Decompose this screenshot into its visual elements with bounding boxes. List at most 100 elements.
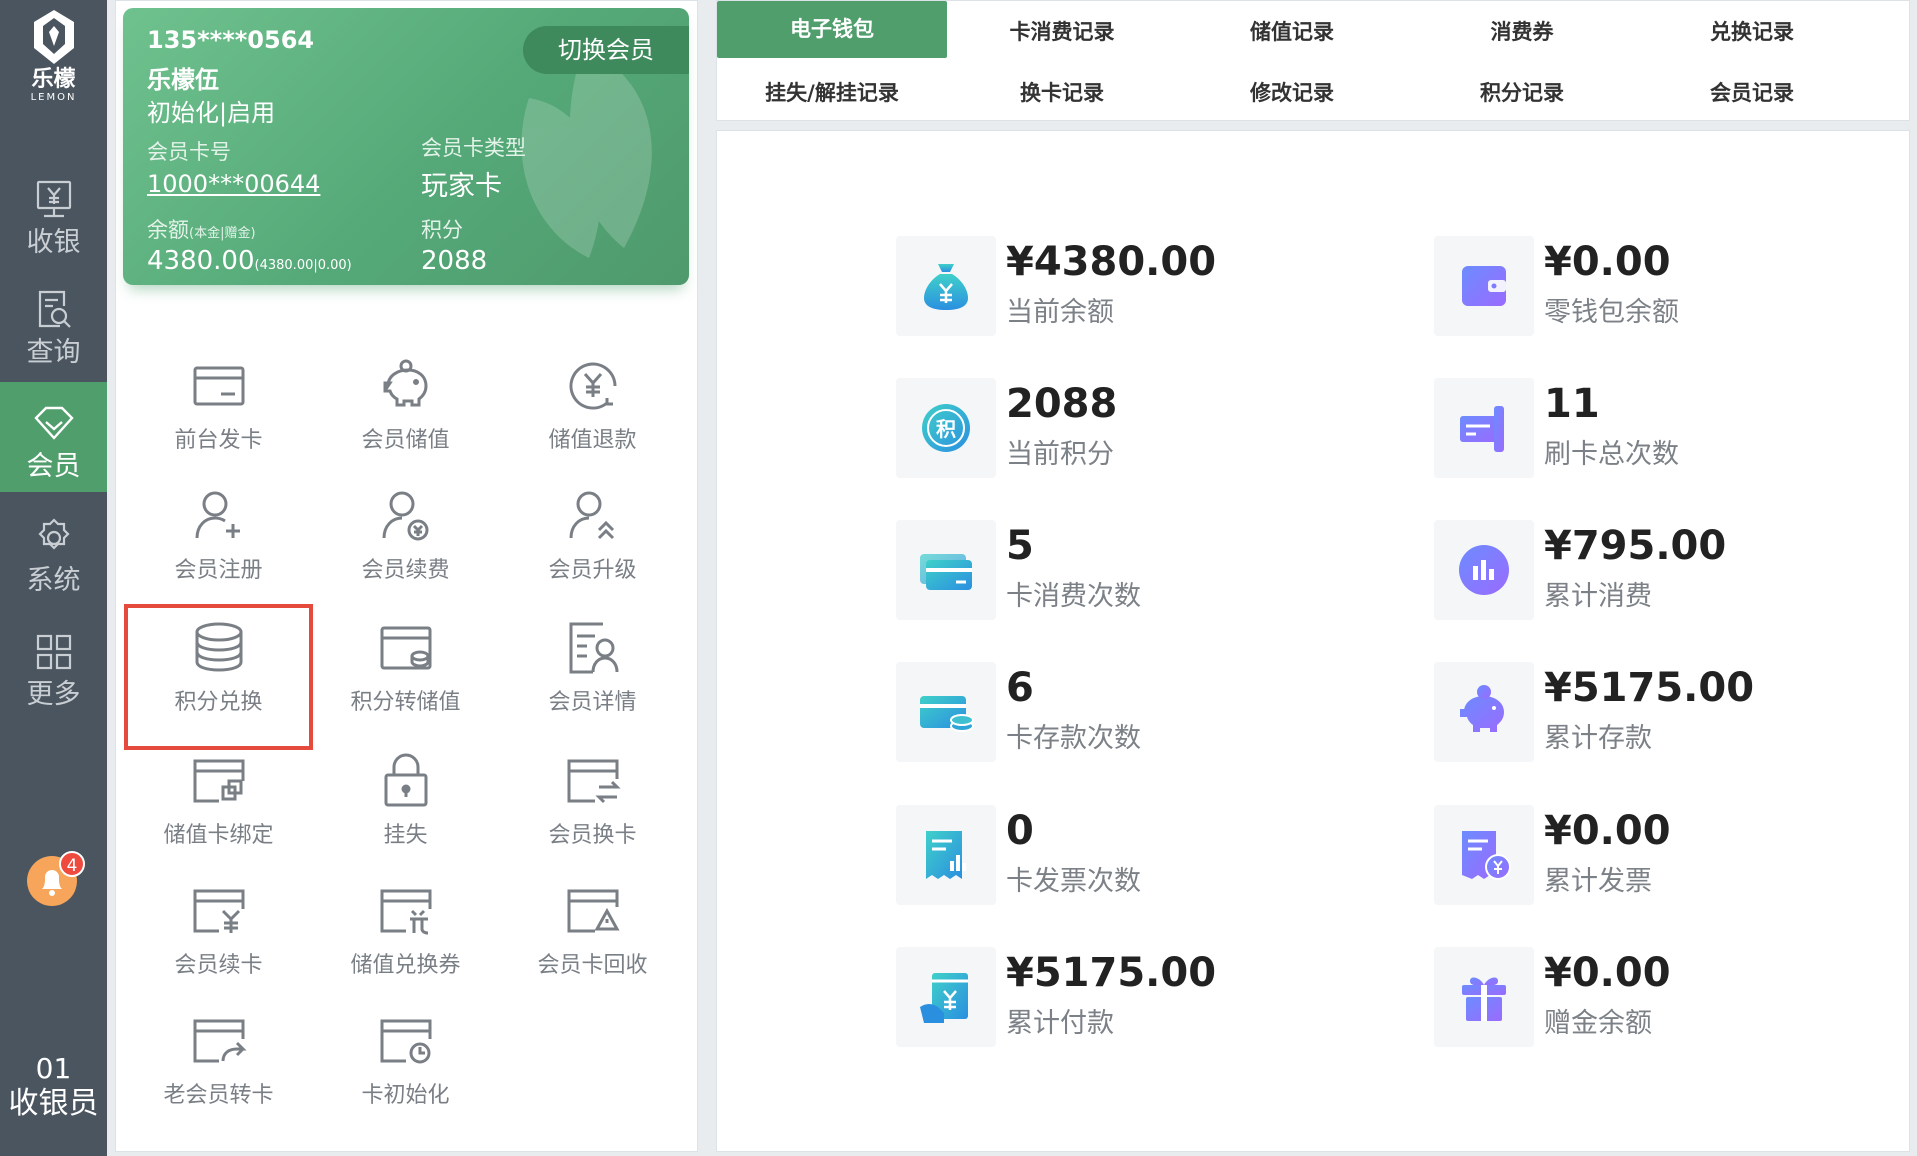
member-phone: 135****0564 — [147, 26, 315, 54]
tab-points-records[interactable]: 积分记录 — [1407, 65, 1637, 122]
swipe-card-icon — [1460, 406, 1504, 452]
card-renew-icon — [193, 889, 244, 933]
lock-icon — [384, 753, 427, 807]
old-member-transfer-button[interactable]: 老会员转卡 — [126, 1011, 311, 1141]
card-reset-icon — [380, 1019, 431, 1064]
notification-badge: 4 — [59, 851, 85, 877]
member-renew-button[interactable]: 会员续费 — [313, 486, 498, 616]
nav-item-cashier[interactable]: 收银 — [0, 158, 107, 268]
report-loss-button[interactable]: 挂失 — [313, 751, 498, 881]
nav-item-query[interactable]: 查询 — [0, 268, 107, 378]
tab-member-records[interactable]: 会员记录 — [1637, 65, 1867, 122]
coupon-exchange-icon — [380, 889, 431, 935]
card-initialize-button[interactable]: 卡初始化 — [313, 1011, 498, 1141]
func-label: 挂失 — [383, 823, 428, 848]
wallet-transfer-icon — [380, 626, 431, 670]
func-label: 储值卡绑定 — [163, 823, 274, 848]
tab-loss-records[interactable]: 挂失/解挂记录 — [717, 65, 947, 122]
stat-label: 累计发票 — [1544, 866, 1652, 897]
main-navigation: 乐檬 LEMON 收银 查询 会员 系统 更多 4 01 收银员 — [0, 0, 107, 1156]
stat-label: 卡发票次数 — [1006, 866, 1141, 897]
stat-label: 当前余额 — [1006, 297, 1114, 328]
card-swap-icon — [567, 759, 621, 804]
points-icon: 积 — [922, 404, 970, 452]
card-recycle-button[interactable]: 会员卡回收 — [500, 881, 685, 1011]
func-label: 老会员转卡 — [163, 1083, 274, 1108]
balance-label: 余额(本金|赠金) — [147, 214, 256, 244]
nav-label-cashier: 收银 — [26, 227, 81, 258]
stat-label: 零钱包余额 — [1544, 297, 1679, 328]
notification-button[interactable]: 4 — [26, 851, 85, 907]
piggy-bank-icon — [383, 359, 428, 407]
nav-label-query: 查询 — [26, 337, 81, 368]
tab-coupons[interactable]: 消费券 — [1407, 4, 1637, 61]
stat-icon-box — [896, 947, 996, 1047]
member-card: 135****0564 乐檬伍 初始化|启用 切换会员 会员卡号 会员卡类型 1… — [123, 8, 689, 285]
func-label: 会员储值 — [361, 428, 450, 453]
stat-label: 累计消费 — [1544, 581, 1652, 612]
tab-redeem-records[interactable]: 兑换记录 — [1637, 4, 1867, 61]
diamond-icon — [33, 406, 74, 440]
card-bind-icon — [193, 759, 244, 803]
payment-icon — [920, 973, 968, 1023]
user-info[interactable]: 01 收银员 — [0, 1052, 107, 1122]
stat-label: 卡存款次数 — [1006, 723, 1141, 754]
tab-modify-records[interactable]: 修改记录 — [1177, 65, 1407, 122]
member-recharge-button[interactable]: 会员储值 — [313, 356, 498, 486]
stat-icon-box — [1434, 236, 1534, 336]
card-swap-button[interactable]: 会员换卡 — [500, 751, 685, 881]
recharge-refund-button[interactable]: 储值退款 — [500, 356, 685, 486]
switch-member-button[interactable]: 切换会员 — [523, 26, 689, 74]
coupon-exchange-button[interactable]: 储值兑换券 — [313, 881, 498, 1011]
member-name: 乐檬伍 — [147, 66, 219, 94]
tab-card-swap-records[interactable]: 换卡记录 — [947, 65, 1177, 122]
brand-name: 乐檬 — [31, 67, 76, 92]
user-renew-icon — [382, 491, 428, 541]
stat-change-wallet-balance: ¥0.00 零钱包余额 — [1434, 236, 1917, 340]
stat-value: ¥0.00 — [1544, 950, 1671, 996]
tab-recharge-records[interactable]: 储值记录 — [1177, 4, 1407, 61]
stat-label: 刷卡总次数 — [1544, 439, 1679, 470]
member-upgrade-button[interactable]: 会员升级 — [500, 486, 685, 616]
balance-detail: (4380.00|0.00) — [254, 258, 352, 273]
issue-card-button[interactable]: 前台发卡 — [126, 356, 311, 486]
stat-icon-box — [896, 236, 996, 336]
points-redeem-button[interactable]: 积分兑换 — [124, 604, 313, 750]
func-label: 会员升级 — [548, 558, 637, 583]
func-label: 会员卡回收 — [537, 953, 648, 978]
stat-value: ¥0.00 — [1544, 239, 1671, 285]
card-bind-button[interactable]: 储值卡绑定 — [126, 751, 311, 881]
card-number-label: 会员卡号 — [147, 140, 231, 164]
lemon-logo-icon — [33, 10, 74, 64]
stat-icon-box — [1434, 947, 1534, 1047]
cashier-icon — [36, 180, 71, 218]
func-label: 会员续费 — [361, 558, 450, 583]
wallet-icon — [1462, 266, 1506, 306]
nav-item-member[interactable]: 会员 — [0, 382, 107, 492]
card-number-link[interactable]: 1000***00644 — [147, 170, 320, 198]
tab-card-consume-records[interactable]: 卡消费记录 — [947, 4, 1177, 61]
stat-total-swipes: 11 刷卡总次数 — [1434, 378, 1917, 482]
nav-item-more[interactable]: 更多 — [0, 610, 107, 720]
balance-amount: 4380.00 — [147, 246, 255, 276]
func-label: 会员续卡 — [174, 953, 263, 978]
points-to-recharge-button[interactable]: 积分转储值 — [313, 618, 498, 748]
func-label: 积分兑换 — [174, 690, 263, 715]
tab-e-wallet[interactable]: 电子钱包 — [717, 1, 947, 58]
piggy-icon — [1460, 685, 1504, 732]
nav-item-system[interactable]: 系统 — [0, 496, 107, 606]
card-renew-button[interactable]: 会员续卡 — [126, 881, 311, 1011]
func-label: 积分转储值 — [350, 690, 461, 715]
grid-icon — [36, 634, 71, 670]
func-label: 会员注册 — [174, 558, 263, 583]
stat-card-deposit-count: 6 卡存款次数 — [896, 662, 1416, 766]
query-icon — [38, 290, 71, 328]
stat-value: 0 — [1006, 808, 1034, 854]
member-register-button[interactable]: 会员注册 — [126, 486, 311, 616]
stat-value: ¥5175.00 — [1006, 950, 1217, 996]
member-detail-button[interactable]: 会员详情 — [500, 618, 685, 748]
card-transfer-icon — [193, 1019, 247, 1063]
coin-stack-icon — [195, 622, 242, 672]
func-label: 会员详情 — [548, 690, 637, 715]
card-deposit-icon — [920, 696, 974, 732]
